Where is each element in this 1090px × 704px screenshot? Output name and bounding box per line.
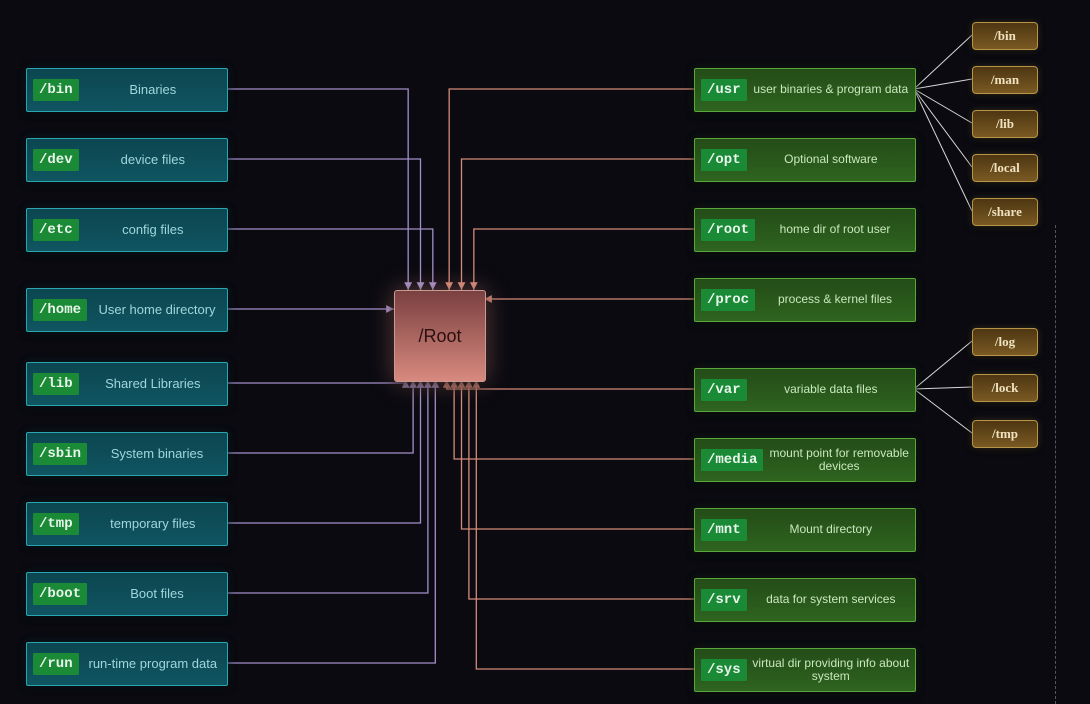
dir-box-boot[interactable]: /bootBoot files: [26, 572, 228, 616]
dir-desc: device files: [79, 153, 227, 168]
dir-desc: Mount directory: [747, 523, 915, 536]
dir-box-sbin[interactable]: /sbinSystem binaries: [26, 432, 228, 476]
dir-box-srv[interactable]: /srvdata for system services: [694, 578, 916, 622]
dir-tag: /var: [701, 379, 747, 401]
dir-box-tmp[interactable]: /tmptemporary files: [26, 502, 228, 546]
dir-tag: /boot: [33, 583, 87, 605]
dir-tag: /media: [701, 449, 763, 471]
dir-tag: /home: [33, 299, 87, 321]
dir-desc: User home directory: [87, 303, 227, 318]
dir-desc: run-time program data: [79, 657, 227, 672]
dir-desc: variable data files: [747, 383, 915, 396]
dir-desc: Boot files: [87, 587, 227, 602]
sub-box-usr-man[interactable]: /man: [972, 66, 1038, 94]
dir-tag: /tmp: [33, 513, 79, 535]
dir-desc: Binaries: [79, 83, 227, 98]
dashed-divider: [1055, 225, 1056, 704]
dir-desc: virtual dir providing info about system: [747, 657, 915, 684]
dir-desc: home dir of root user: [755, 223, 915, 236]
dir-desc: Optional software: [747, 153, 915, 166]
dir-tag: /etc: [33, 219, 79, 241]
dir-box-root[interactable]: /roothome dir of root user: [694, 208, 916, 252]
dir-desc: data for system services: [747, 593, 915, 606]
sub-box-var-tmp[interactable]: /tmp: [972, 420, 1038, 448]
sub-box-usr-share[interactable]: /share: [972, 198, 1038, 226]
sub-box-usr-local[interactable]: /local: [972, 154, 1038, 182]
diagram-stage: /Root /binBinaries/devdevice files/etcco…: [0, 0, 1090, 704]
dir-box-etc[interactable]: /etcconfig files: [26, 208, 228, 252]
dir-tag: /sys: [701, 659, 747, 681]
dir-desc: process & kernel files: [755, 293, 915, 306]
dir-desc: mount point for removable devices: [763, 447, 915, 474]
sub-box-var-lock[interactable]: /lock: [972, 374, 1038, 402]
root-label: /Root: [418, 326, 461, 347]
dir-tag: /lib: [33, 373, 79, 395]
dir-tag: /proc: [701, 289, 755, 311]
dir-tag: /opt: [701, 149, 747, 171]
dir-box-sys[interactable]: /sysvirtual dir providing info about sys…: [694, 648, 916, 692]
dir-box-lib[interactable]: /libShared Libraries: [26, 362, 228, 406]
dir-desc: Shared Libraries: [79, 377, 227, 392]
dir-box-dev[interactable]: /devdevice files: [26, 138, 228, 182]
sub-box-var-log[interactable]: /log: [972, 328, 1038, 356]
dir-box-usr[interactable]: /usruser binaries & program data: [694, 68, 916, 112]
dir-desc: user binaries & program data: [747, 83, 915, 96]
dir-box-var[interactable]: /varvariable data files: [694, 368, 916, 412]
dir-tag: /mnt: [701, 519, 747, 541]
dir-box-home[interactable]: /homeUser home directory: [26, 288, 228, 332]
dir-box-run[interactable]: /runrun-time program data: [26, 642, 228, 686]
dir-tag: /usr: [701, 79, 747, 101]
dir-box-opt[interactable]: /optOptional software: [694, 138, 916, 182]
sub-box-usr-lib[interactable]: /lib: [972, 110, 1038, 138]
dir-tag: /dev: [33, 149, 79, 171]
dir-box-mnt[interactable]: /mntMount directory: [694, 508, 916, 552]
dir-box-media[interactable]: /mediamount point for removable devices: [694, 438, 916, 482]
dir-box-bin[interactable]: /binBinaries: [26, 68, 228, 112]
dir-desc: config files: [79, 223, 227, 238]
dir-box-proc[interactable]: /procprocess & kernel files: [694, 278, 916, 322]
dir-desc: temporary files: [79, 517, 227, 532]
dir-tag: /run: [33, 653, 79, 675]
dir-tag: /bin: [33, 79, 79, 101]
dir-tag: /srv: [701, 589, 747, 611]
sub-box-usr-bin[interactable]: /bin: [972, 22, 1038, 50]
root-node[interactable]: /Root: [394, 290, 486, 382]
dir-desc: System binaries: [87, 447, 227, 462]
dir-tag: /sbin: [33, 443, 87, 465]
dir-tag: /root: [701, 219, 755, 241]
